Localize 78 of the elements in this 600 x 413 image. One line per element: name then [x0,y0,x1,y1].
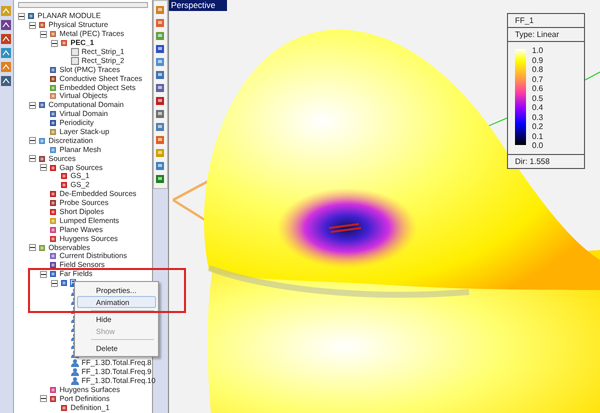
scale-label: 0.1 [532,132,544,141]
scale-label: 0.5 [532,94,544,103]
tool-icon[interactable] [155,135,166,145]
tool-icon[interactable] [155,83,166,93]
node-icon [48,66,57,74]
node-icon [48,92,57,100]
node-icon [48,146,57,154]
node-icon [38,154,46,163]
tool-icon[interactable] [1,48,12,58]
node-icon [48,84,57,92]
node-icon [26,12,35,20]
expand-toggle[interactable] [50,40,58,47]
person-icon [70,368,79,376]
node-icon [48,74,57,83]
tool-icon[interactable] [1,76,12,86]
scale-label: 0.9 [532,56,544,65]
tool-icon[interactable] [155,18,166,28]
tool-icon[interactable] [155,109,166,119]
node-icon [48,234,57,243]
tool-icon[interactable] [155,57,166,67]
node-icon [48,119,57,128]
node-icon [48,252,57,260]
node-icon [38,21,46,30]
tool-icon[interactable] [155,44,166,54]
node-icon [48,386,57,394]
node-icon [48,30,57,38]
expand-toggle[interactable] [40,164,47,172]
node-icon [48,394,57,403]
node-icon [48,270,57,278]
legend-type: Type: Linear [508,28,584,42]
node-icon [60,181,68,190]
expand-toggle[interactable] [28,137,36,144]
expand-toggle[interactable] [50,280,58,287]
node-icon [48,226,57,234]
node-icon [48,216,57,225]
expand-toggle[interactable] [28,102,36,109]
node-icon [48,190,57,198]
expand-toggle[interactable] [28,244,36,252]
legend-title: FF_1 [508,14,584,28]
scale-label: 0.8 [532,65,544,74]
person-icon [70,359,79,368]
scale-label: 0.6 [532,84,544,94]
tool-icon[interactable] [155,161,166,171]
expand-toggle[interactable] [40,395,47,402]
node-icon [60,279,68,288]
node-icon [48,261,57,270]
scale-label: 0.2 [532,122,544,132]
expand-toggle[interactable] [28,22,36,29]
tool-icon[interactable] [155,174,166,184]
node-icon [48,128,57,136]
tool-icon[interactable] [1,20,12,30]
scale-label: 0.0 [532,141,544,150]
node-icon [38,101,46,110]
tool-icon[interactable] [155,122,166,132]
node-icon [48,208,57,216]
scroll-bar[interactable] [18,2,148,8]
node-icon [48,199,57,208]
expand-toggle[interactable] [28,155,36,162]
expand-toggle[interactable] [40,30,47,38]
node-icon [60,172,68,180]
scale-label: 0.7 [532,74,544,84]
scale-label: 0.3 [532,112,544,122]
scale-label: 1.0 [532,46,544,56]
node-icon [48,110,57,118]
person-icon [70,376,79,385]
node-icon [48,164,57,172]
directivity-label: Dir: 1.558 [508,154,584,168]
expand-toggle[interactable] [40,270,47,278]
tool-icon[interactable] [155,70,166,80]
scale-label: 0.4 [532,103,544,112]
node-icon [38,244,46,252]
node-icon [70,56,79,65]
tool-icon[interactable] [155,96,166,106]
expand-toggle[interactable] [18,12,25,20]
node-icon [38,136,46,145]
node-icon [60,39,68,48]
tool-icon[interactable] [1,34,12,44]
viewport-title: Perspective [169,0,228,11]
